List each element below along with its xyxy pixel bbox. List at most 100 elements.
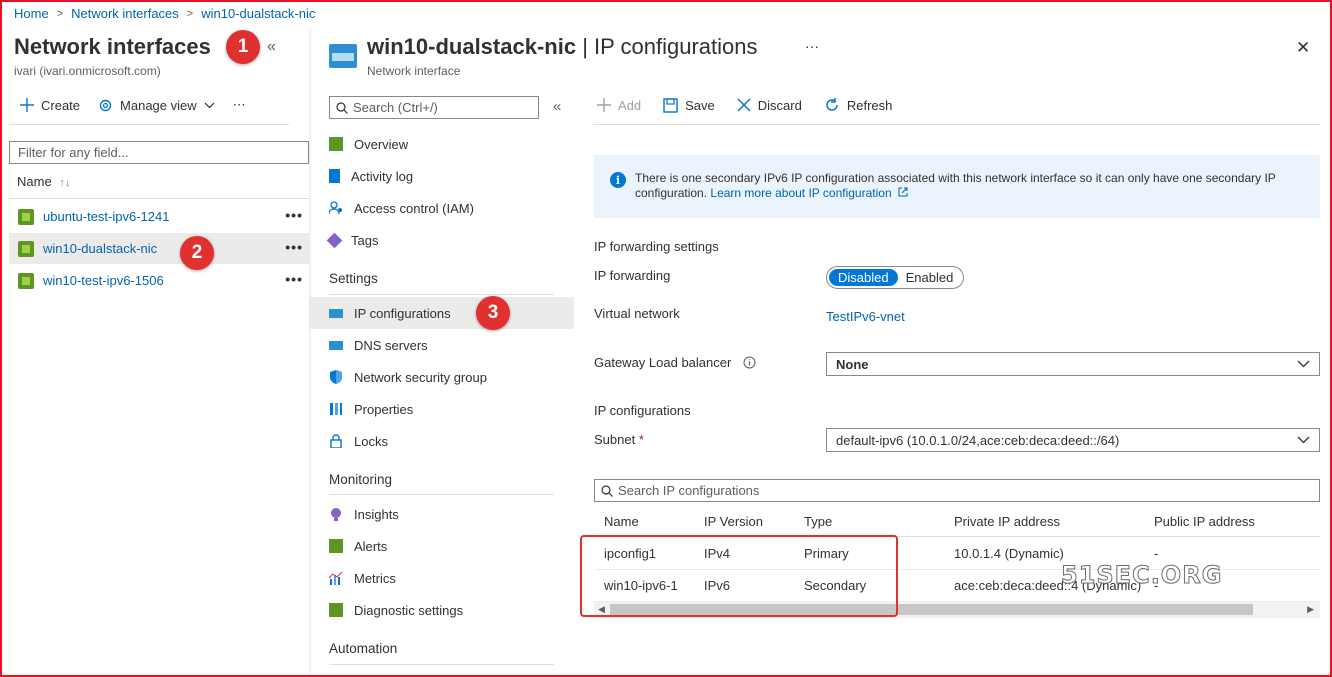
info-icon xyxy=(743,356,756,369)
column-header[interactable]: Name xyxy=(604,514,639,529)
scroll-right-icon[interactable]: ▶ xyxy=(1307,604,1314,615)
menu-search-input[interactable]: Search (Ctrl+/) xyxy=(329,96,539,119)
menu-item-label: Diagnostic settings xyxy=(354,602,464,618)
subnet-dropdown[interactable]: default-ipv6 (10.0.1.0/24,ace:ceb:deca:d… xyxy=(826,428,1320,452)
toggle-disabled[interactable]: Disabled xyxy=(829,269,898,286)
list-item[interactable]: win10-test-ipv6-1506 ••• xyxy=(9,265,309,296)
ip-forwarding-label: IP forwarding xyxy=(594,268,671,283)
save-label: Save xyxy=(685,97,715,113)
more-icon[interactable]: ••• xyxy=(285,239,303,255)
gateway-lb-text: Gateway Load balancer xyxy=(594,355,732,370)
people-icon xyxy=(329,201,342,215)
more-icon[interactable]: ••• xyxy=(285,271,303,287)
chevron-right-icon: > xyxy=(186,7,194,20)
network-interface-icon xyxy=(329,44,357,68)
section-settings: Settings xyxy=(329,271,378,286)
more-icon[interactable]: ••• xyxy=(285,207,303,223)
menu-item-label: Network security group xyxy=(354,369,487,385)
divider xyxy=(329,294,554,295)
left-blade-title: Network interfaces xyxy=(14,34,211,59)
ip-forwarding-toggle[interactable]: Disabled Enabled xyxy=(826,266,964,289)
menu-item-overview[interactable]: Overview xyxy=(309,128,574,160)
list-item[interactable]: ubuntu-test-ipv6-1241 ••• xyxy=(9,201,309,232)
gear-icon xyxy=(99,99,112,111)
refresh-label: Refresh xyxy=(846,97,893,113)
lock-icon xyxy=(330,434,342,448)
annotation-badge-3: 3 xyxy=(476,296,510,330)
create-button[interactable]: Create xyxy=(20,98,80,113)
discard-button[interactable]: Discard xyxy=(737,98,802,113)
breadcrumb-network-interfaces[interactable]: Network interfaces xyxy=(71,6,179,21)
subnet-text: Subnet xyxy=(594,432,636,447)
divider xyxy=(329,664,554,665)
column-header[interactable]: Private IP address xyxy=(954,514,1060,529)
left-toolbar: Create Manage view ⋯ xyxy=(20,97,246,113)
menu-item-dns-servers[interactable]: DNS servers xyxy=(309,329,574,361)
more-icon[interactable]: ··· xyxy=(805,38,819,54)
column-header[interactable]: Public IP address xyxy=(1154,514,1255,529)
virtual-network-link[interactable]: TestIPv6-vnet xyxy=(826,309,905,324)
gateway-lb-dropdown[interactable]: None xyxy=(826,352,1320,376)
menu-item-insights[interactable]: Insights xyxy=(309,498,574,530)
menu-item-access-control[interactable]: Access control (IAM) xyxy=(309,192,574,224)
add-button[interactable]: Add xyxy=(597,98,641,113)
menu-item-diagnostic-settings[interactable]: Diagnostic settings xyxy=(309,594,574,626)
lightbulb-icon xyxy=(331,508,341,521)
learn-more-link[interactable]: Learn more about IP configuration xyxy=(710,186,891,200)
breadcrumb: Home > Network interfaces > win10-dualst… xyxy=(14,6,315,21)
table-header: Name IP Version Type Private IP address … xyxy=(594,510,1320,537)
column-header[interactable]: Type xyxy=(804,514,832,529)
save-button[interactable]: Save xyxy=(663,98,715,113)
collapse-icon[interactable]: « xyxy=(267,38,276,56)
menu-item-alerts[interactable]: Alerts xyxy=(309,530,574,562)
divider xyxy=(9,124,289,125)
plus-icon xyxy=(597,98,611,112)
section-automation: Automation xyxy=(329,641,398,656)
watermark: 51SEC.ORG xyxy=(1060,561,1223,590)
column-header-name[interactable]: Name ↑↓ xyxy=(17,174,70,189)
toggle-enabled[interactable]: Enabled xyxy=(898,269,962,286)
network-interface-icon xyxy=(18,272,34,289)
subnet-label: Subnet * xyxy=(594,432,644,447)
table-cell: - xyxy=(1154,546,1159,561)
ip-configurations-heading: IP configurations xyxy=(594,403,691,418)
collapse-icon[interactable]: « xyxy=(553,98,561,115)
menu-item-label: Activity log xyxy=(351,168,414,184)
resource-name[interactable]: win10-test-ipv6-1506 xyxy=(43,273,164,288)
menu-item-properties[interactable]: Properties xyxy=(309,393,574,425)
filter-input[interactable]: Filter for any field... xyxy=(9,141,309,164)
menu-item-network-security-group[interactable]: Network security group xyxy=(309,361,574,393)
refresh-button[interactable]: Refresh xyxy=(824,97,893,113)
section-monitoring: Monitoring xyxy=(329,472,393,487)
ip-configurations-icon xyxy=(329,308,343,318)
resource-name[interactable]: win10-dualstack-nic xyxy=(43,241,157,256)
menu-item-activity-log[interactable]: Activity log xyxy=(309,160,574,192)
page-subtitle: Network interface xyxy=(367,64,461,78)
chevron-down-icon xyxy=(1297,360,1310,368)
manage-view-button[interactable]: Manage view xyxy=(98,98,215,113)
more-actions-icon[interactable]: ⋯ xyxy=(233,97,246,113)
search-icon xyxy=(336,101,348,114)
required-marker: * xyxy=(638,432,644,447)
activity-log-icon xyxy=(329,169,340,183)
menu-item-metrics[interactable]: Metrics xyxy=(309,562,574,594)
breadcrumb-current[interactable]: win10-dualstack-nic xyxy=(201,6,315,21)
list-item[interactable]: win10-dualstack-nic ••• xyxy=(9,233,309,264)
grid-search-placeholder: Search IP configurations xyxy=(618,483,760,498)
column-header[interactable]: IP Version xyxy=(704,514,763,529)
tag-icon xyxy=(326,232,343,248)
menu-item-tags[interactable]: Tags xyxy=(309,224,574,256)
menu-item-locks[interactable]: Locks xyxy=(309,425,574,457)
refresh-icon xyxy=(826,98,838,111)
add-label: Add xyxy=(618,97,642,113)
network-interface-icon xyxy=(18,240,34,257)
resource-name[interactable]: ubuntu-test-ipv6-1241 xyxy=(43,209,169,224)
menu-item-ip-configurations[interactable]: IP configurations xyxy=(309,297,574,329)
chevron-down-icon xyxy=(1297,436,1310,444)
dns-icon xyxy=(329,340,343,350)
grid-search-input[interactable]: Search IP configurations xyxy=(594,479,1320,502)
breadcrumb-home[interactable]: Home xyxy=(14,6,49,21)
page-title: win10-dualstack-nic | IP configurations xyxy=(367,34,758,60)
save-icon xyxy=(663,97,678,113)
close-icon[interactable]: ✕ xyxy=(1296,38,1310,58)
